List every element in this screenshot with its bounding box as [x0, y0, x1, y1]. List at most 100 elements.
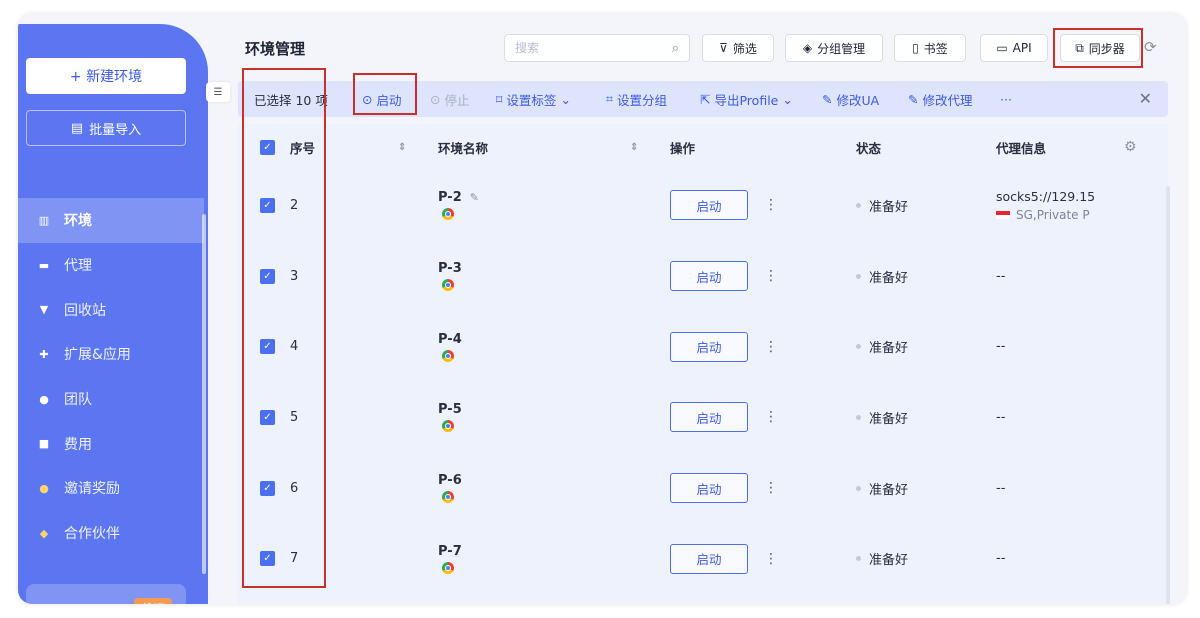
table-header: ✓ 序号 ⇕ 环境名称 ⇕ 操作 状态 代理信息 ⚙ [238, 124, 1168, 170]
layers-icon: ◈ [802, 41, 813, 55]
row-proxy-cell: -- [996, 523, 1005, 594]
filter-icon: ⊽ [719, 41, 728, 55]
search-input[interactable] [515, 41, 672, 55]
sidebar-item-label: 回收站 [64, 302, 106, 319]
collapse-sidebar-icon[interactable]: ☰ [206, 82, 230, 102]
bookmarks-button[interactable]: ▯ 书签 [894, 34, 966, 62]
proxy-address: -- [996, 268, 1006, 284]
row-proxy-cell: -- [996, 311, 1005, 382]
row-status-cell: 准备好 [856, 311, 908, 382]
environment-icon: ▥ [38, 213, 50, 227]
api-button[interactable]: ▭ API [980, 34, 1048, 62]
table-scrollbar[interactable] [1166, 186, 1170, 604]
sidebar-item-environment[interactable]: ▥ 环境 [18, 198, 204, 243]
set-tag-button[interactable]: ⌑ 设置标签 ⌄ [496, 81, 571, 117]
row-name: P-6 [438, 473, 462, 489]
sidebar-scrollbar[interactable] [202, 214, 206, 574]
row-status: 准备好 [869, 482, 909, 498]
launch-button[interactable]: 启动 [670, 261, 748, 292]
table-row[interactable]: ✓ 7 P-7 启动 ⋮ 准备好 -- [238, 523, 1168, 594]
table-row[interactable]: ✓ 2 P-2 ✎ 启动 ⋮ 准备好 socks5://129.15 SG,Pr… [238, 170, 1168, 241]
sg-flag-icon [996, 211, 1010, 220]
batch-import-button[interactable]: ▤ 批量导入 [26, 110, 186, 146]
status-dot-icon [856, 273, 861, 279]
status-dot-icon [856, 414, 861, 420]
launch-button[interactable]: 启动 [670, 331, 748, 362]
sidebar-item-label: 环境 [64, 213, 92, 230]
sidebar-item-trash[interactable]: ▼ 回收站 [18, 287, 208, 332]
close-icon[interactable]: ✕ [1139, 89, 1152, 108]
table-row[interactable]: ✓ 6 P-6 启动 ⋮ 准备好 -- [238, 453, 1168, 524]
chevron-down-icon: ⌄ [560, 91, 571, 107]
row-name-cell: P-3 [438, 241, 462, 312]
set-group-button[interactable]: ⌗ 设置分组 [606, 81, 667, 117]
chrome-icon [442, 208, 454, 221]
api-label: API [1012, 41, 1032, 55]
row-name-cell: P-5 [438, 382, 462, 453]
more-vertical-icon[interactable]: ⋮ [764, 197, 778, 213]
table-row[interactable]: ✓ 4 P-4 启动 ⋮ 准备好 -- [238, 311, 1168, 382]
sidebar-item-partners[interactable]: ◆ 合作伙伴 [18, 511, 208, 556]
row-status-cell: 准备好 [856, 241, 908, 312]
row-status: 准备好 [869, 411, 909, 427]
new-environment-button[interactable]: + 新建环境 [26, 58, 186, 94]
launch-button[interactable]: 启动 [670, 473, 748, 504]
row-action-cell: 启动 ⋮ [670, 170, 778, 241]
wallet-icon: ■ [38, 437, 50, 451]
sort-icon[interactable]: ⇕ [398, 124, 406, 170]
checkbox-column-highlight [242, 68, 326, 588]
edit-icon: ✎ [908, 91, 919, 107]
edit-proxy-label: 修改代理 [922, 92, 973, 108]
proxy-address: -- [996, 480, 1006, 496]
sidebar-item-label: 邀请奖励 [64, 481, 120, 498]
launch-button[interactable]: 启动 [670, 402, 748, 433]
environment-table: ✓ 序号 ⇕ 环境名称 ⇕ 操作 状态 代理信息 ⚙ ✓ 2 P-2 ✎ 启动 … [238, 124, 1168, 604]
sidebar-nav: ▥ 环境 ▬ 代理 ▼ 回收站 ✚ 扩展&应用 ● 团队 ■ 费用 ● 邀请奖励… [18, 198, 208, 556]
batch-stop-button[interactable]: ⊙ 停止 [430, 81, 470, 117]
table-row[interactable]: ✓ 5 P-5 启动 ⋮ 准备好 -- [238, 382, 1168, 453]
batch-stop-label: 停止 [444, 92, 470, 108]
start-highlight [353, 73, 417, 115]
group-manage-button[interactable]: ◈ 分组管理 [785, 34, 883, 62]
row-name: P-3 [438, 261, 462, 277]
filter-button[interactable]: ⊽ 筛选 [702, 34, 774, 62]
more-vertical-icon[interactable]: ⋮ [764, 480, 778, 496]
sidebar-item-referral[interactable]: ● 邀请奖励 [18, 466, 208, 511]
launch-button[interactable]: 启动 [670, 543, 748, 574]
search-box[interactable]: ⌕ [504, 34, 690, 62]
table-row[interactable]: ✓ 3 P-3 启动 ⋮ 准备好 -- [238, 241, 1168, 312]
export-profile-button[interactable]: ⇱ 导出Profile ⌄ [700, 81, 793, 117]
chrome-icon [442, 420, 454, 433]
refresh-icon[interactable]: ⟳ [1144, 38, 1157, 56]
edit-proxy-button[interactable]: ✎ 修改代理 [908, 81, 973, 117]
sidebar-item-extensions[interactable]: ✚ 扩展&应用 [18, 332, 208, 377]
more-vertical-icon[interactable]: ⋮ [764, 339, 778, 355]
proxy-region: SG,Private P [1016, 207, 1090, 222]
sort-icon[interactable]: ⇕ [630, 124, 638, 170]
stop-circle-icon: ⊙ [430, 91, 441, 107]
status-dot-icon [856, 485, 861, 491]
proxy-address: -- [996, 339, 1006, 355]
edit-ua-button[interactable]: ✎ 修改UA [822, 81, 879, 117]
chevron-down-icon: ⌄ [782, 91, 793, 107]
settings-gear-icon[interactable]: ⚙ [1124, 124, 1137, 170]
more-vertical-icon[interactable]: ⋮ [764, 551, 778, 567]
sidebar-item-label: 代理 [64, 258, 92, 275]
edit-ua-label: 修改UA [836, 92, 880, 108]
row-name: P-7 [438, 543, 462, 559]
more-vertical-icon[interactable]: ⋮ [764, 409, 778, 425]
sidebar-item-proxy[interactable]: ▬ 代理 [18, 243, 208, 288]
sidebar-item-label: 扩展&应用 [64, 347, 131, 364]
sidebar-item-team[interactable]: ● 团队 [18, 377, 208, 422]
edit-pencil-icon[interactable]: ✎ [470, 191, 479, 204]
renew-button[interactable]: 续订 [134, 598, 172, 604]
bookmarks-label: 书签 [923, 41, 948, 56]
sidebar-item-billing[interactable]: ■ 费用 [18, 421, 208, 466]
more-actions-button[interactable]: ··· [1000, 81, 1012, 117]
launch-button[interactable]: 启动 [670, 190, 748, 221]
group-manage-label: 分组管理 [817, 41, 866, 56]
row-name-cell: P-4 [438, 311, 462, 382]
page-title: 环境管理 [245, 40, 306, 58]
filter-label: 筛选 [732, 41, 757, 56]
more-vertical-icon[interactable]: ⋮ [764, 268, 778, 284]
